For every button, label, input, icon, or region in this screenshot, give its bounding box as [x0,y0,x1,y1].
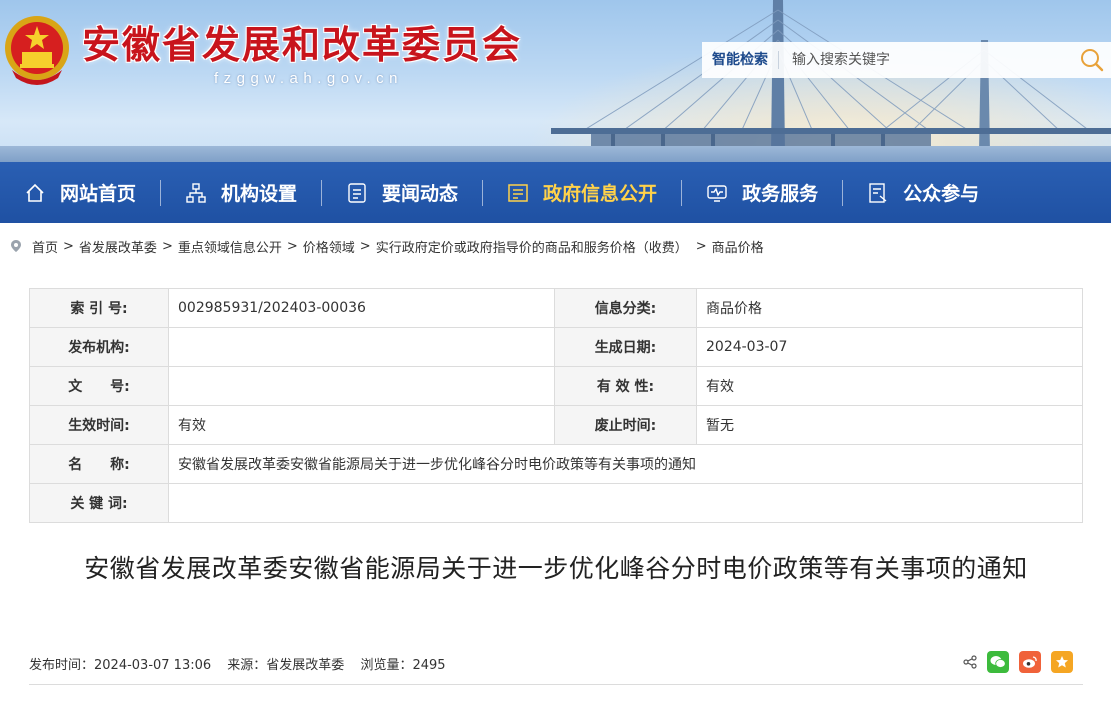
document-name-label: 名 称: [29,444,169,484]
smart-search-label[interactable]: 智能检索 [702,51,779,69]
table-row: 文 号: 有 效 性: 有效 [29,366,1083,406]
document-number-label: 文 号: [29,366,169,406]
nav-item-participation[interactable]: 公众参与 [843,162,1003,223]
site-header-banner: 安徽省发展和改革委员会 fzggw.ah.gov.cn 智能检索 [0,0,1111,162]
breadcrumb-commodity-prices[interactable]: 商品价格 [712,237,764,256]
star-icon [1056,656,1068,668]
document-name-value: 安徽省发展改革委安徽省能源局关于进一步优化峰谷分时电价政策等有关事项的通知 [168,444,1083,484]
search-icon[interactable] [1079,47,1105,73]
nav-item-services[interactable]: 政务服务 [682,162,842,223]
validity-label: 有 效 性: [554,366,697,406]
table-row: 关 键 词: [29,483,1083,523]
breadcrumb-separator: > [286,238,298,254]
service-monitor-icon [707,184,727,202]
article-meta: 发布时间：2024-03-07 13:06 来源：省发展改革委 浏览量：2495 [29,654,458,673]
keywords-value [168,483,1083,523]
breadcrumb-price-field[interactable]: 价格领域 [303,237,355,256]
nav-item-label: 政务服务 [742,183,819,205]
weibo-share-button[interactable] [1019,651,1041,673]
nav-item-label: 政府信息公开 [543,183,658,205]
effective-date-label: 生效时间: [29,405,169,445]
nav-item-news[interactable]: 要闻动态 [322,162,482,223]
share-icon[interactable] [963,655,977,669]
breadcrumb-separator: > [161,238,173,254]
repeal-date-label: 废止时间: [554,405,697,445]
table-row: 生效时间: 有效 废止时间: 暂无 [29,405,1083,445]
breadcrumb-provincial-ndrc[interactable]: 省发展改革委 [79,237,157,256]
document-number-value [168,366,555,406]
nav-item-label: 机构设置 [221,183,298,205]
nav-item-label: 要闻动态 [382,183,459,205]
breadcrumb-separator: > [695,238,707,254]
wechat-icon [990,656,1006,668]
main-nav: 网站首页 机构设置 要闻动态 政府信息公开 政务服务 公众参与 [0,162,1111,223]
weibo-icon [1023,656,1037,668]
wechat-share-button[interactable] [987,651,1009,673]
location-pin-icon [11,240,21,252]
participation-icon [869,182,887,203]
bridge-illustration [551,0,1111,152]
keywords-label: 关 键 词: [29,483,169,523]
table-row: 索 引 号: 002985931/202403-00036 信息分类: 商品价格 [29,288,1083,328]
effective-date-value: 有效 [168,405,555,445]
news-icon [348,182,366,203]
site-domain: fzggw.ah.gov.cn [214,70,403,87]
publisher-value [168,327,555,367]
table-row: 发布机构: 生成日期: 2024-03-07 [29,327,1083,367]
share-bar [963,651,1073,673]
created-date-value: 2024-03-07 [696,327,1083,367]
article-title: 安徽省发展改革委安徽省能源局关于进一步优化峰谷分时电价政策等有关事项的通知 [84,554,1028,583]
breadcrumb-key-areas[interactable]: 重点领域信息公开 [178,237,282,256]
site-title: 安徽省发展和改革委员会 [82,23,523,67]
breadcrumb-home[interactable]: 首页 [32,237,58,256]
search-input[interactable] [779,45,1059,75]
info-disclosure-icon [508,183,528,202]
view-count: 浏览量：2495 [360,658,446,673]
water-strip [0,146,1111,162]
breadcrumb-separator: > [359,238,371,254]
breadcrumb: 首页 > 省发展改革委 > 重点领域信息公开 > 价格领域 > 实行政府定价或政… [0,223,1111,269]
nav-item-info-disclosure[interactable]: 政府信息公开 [483,162,681,223]
nav-item-home[interactable]: 网站首页 [0,162,160,223]
category-value: 商品价格 [696,288,1083,328]
home-icon [26,183,44,202]
category-label: 信息分类: [554,288,697,328]
index-value: 002985931/202403-00036 [168,288,555,328]
nav-item-label: 网站首页 [60,183,137,205]
org-chart-icon [186,182,206,203]
article-source: 来源：省发展改革委 [227,658,345,673]
table-row: 名 称: 安徽省发展改革委安徽省能源局关于进一步优化峰谷分时电价政策等有关事项的… [29,444,1083,484]
index-label: 索 引 号: [29,288,169,328]
breadcrumb-government-pricing[interactable]: 实行政府定价或政府指导价的商品和服务价格（收费） [376,237,688,256]
validity-value: 有效 [696,366,1083,406]
content-divider [29,684,1083,685]
national-emblem-icon [5,16,69,85]
nav-item-label: 公众参与 [903,183,980,205]
created-date-label: 生成日期: [554,327,697,367]
favorite-button[interactable] [1051,651,1073,673]
search-box: 智能检索 [702,42,1111,78]
breadcrumb-separator: > [63,238,74,254]
publish-time: 发布时间：2024-03-07 13:06 [29,658,212,673]
repeal-date-value: 暂无 [696,405,1083,445]
nav-item-organization[interactable]: 机构设置 [161,162,321,223]
publisher-label: 发布机构: [29,327,169,367]
document-info-table: 索 引 号: 002985931/202403-00036 信息分类: 商品价格… [29,288,1083,523]
